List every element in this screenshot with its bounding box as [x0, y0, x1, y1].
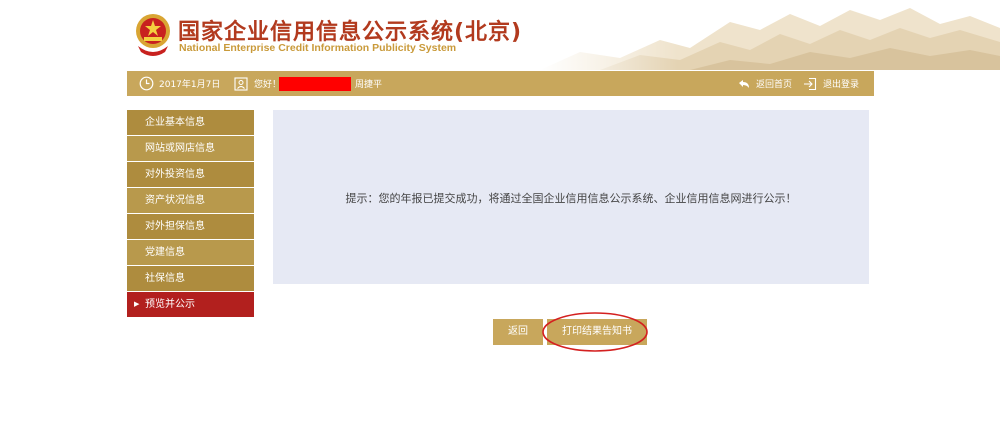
return-arrow-icon [739, 79, 749, 88]
national-emblem-icon [136, 14, 170, 56]
date-text: 2017年1月7日 [159, 80, 221, 90]
home-link[interactable]: 返回首页 [737, 71, 792, 96]
sidebar-item-label: 网站或网店信息 [145, 143, 215, 154]
sidebar-item-label: 企业基本信息 [145, 117, 205, 128]
sidebar-item-basic-info[interactable]: 企业基本信息 [127, 110, 254, 135]
sidebar-item-label: 党建信息 [145, 247, 185, 258]
sidebar-item-label: 对外担保信息 [145, 221, 205, 232]
user-name: 周捷平 [355, 80, 383, 90]
logout-icon [804, 77, 817, 90]
sidebar-item-website-info[interactable]: 网站或网店信息 [127, 136, 254, 161]
sidebar-item-assets-info[interactable]: 资产状况信息 [127, 188, 254, 213]
sidebar-item-label: 社保信息 [145, 273, 185, 284]
sidebar-item-party-info[interactable]: 党建信息 [127, 240, 254, 265]
triangle-right-icon: ▶ [134, 300, 140, 308]
greeting-text: 您好！ [254, 80, 282, 90]
print-notice-button[interactable]: 打印结果告知书 [547, 319, 647, 345]
date-display: 2017年1月7日 [139, 71, 220, 96]
mountain-landscape-decoration [540, 0, 1000, 70]
sidebar-item-social-security-info[interactable]: 社保信息 [127, 266, 254, 291]
sidebar-item-preview-publish[interactable]: ▶ 预览并公示 [127, 292, 254, 317]
site-title-en: National Enterprise Credit Information P… [179, 42, 457, 54]
sidebar-item-guarantee-info[interactable]: 对外担保信息 [127, 214, 254, 239]
sidebar-item-label: 资产状况信息 [145, 195, 205, 206]
user-info: 您好！ [234, 71, 281, 96]
logout-link[interactable]: 退出登录 [803, 71, 859, 96]
user-card-icon [234, 76, 248, 91]
sidebar-item-label: 对外投资信息 [145, 169, 205, 180]
sidebar-item-label: 预览并公示 [145, 299, 195, 310]
clock-icon [139, 76, 154, 91]
notice-text: 提示：您的年报已提交成功，将通过全国企业信用信息公示系统、企业信用信息网进行公示… [345, 192, 797, 205]
top-bar: 2017年1月7日 您好！ 周捷平 返回首页 退出登录 [127, 71, 874, 96]
home-link-label: 返回首页 [756, 80, 793, 90]
site-header: 国家企业信用信息公示系统(北京) National Enterprise Cre… [0, 0, 1000, 70]
sidebar-nav: 企业基本信息 网站或网店信息 对外投资信息 资产状况信息 对外担保信息 党建信息… [127, 110, 254, 318]
notice-panel: 提示：您的年报已提交成功，将通过全国企业信用信息公示系统、企业信用信息网进行公示… [273, 110, 869, 284]
sidebar-item-investment-info[interactable]: 对外投资信息 [127, 162, 254, 187]
redacted-user-info [279, 77, 351, 91]
back-button[interactable]: 返回 [493, 319, 543, 345]
logout-link-label: 退出登录 [823, 80, 860, 90]
